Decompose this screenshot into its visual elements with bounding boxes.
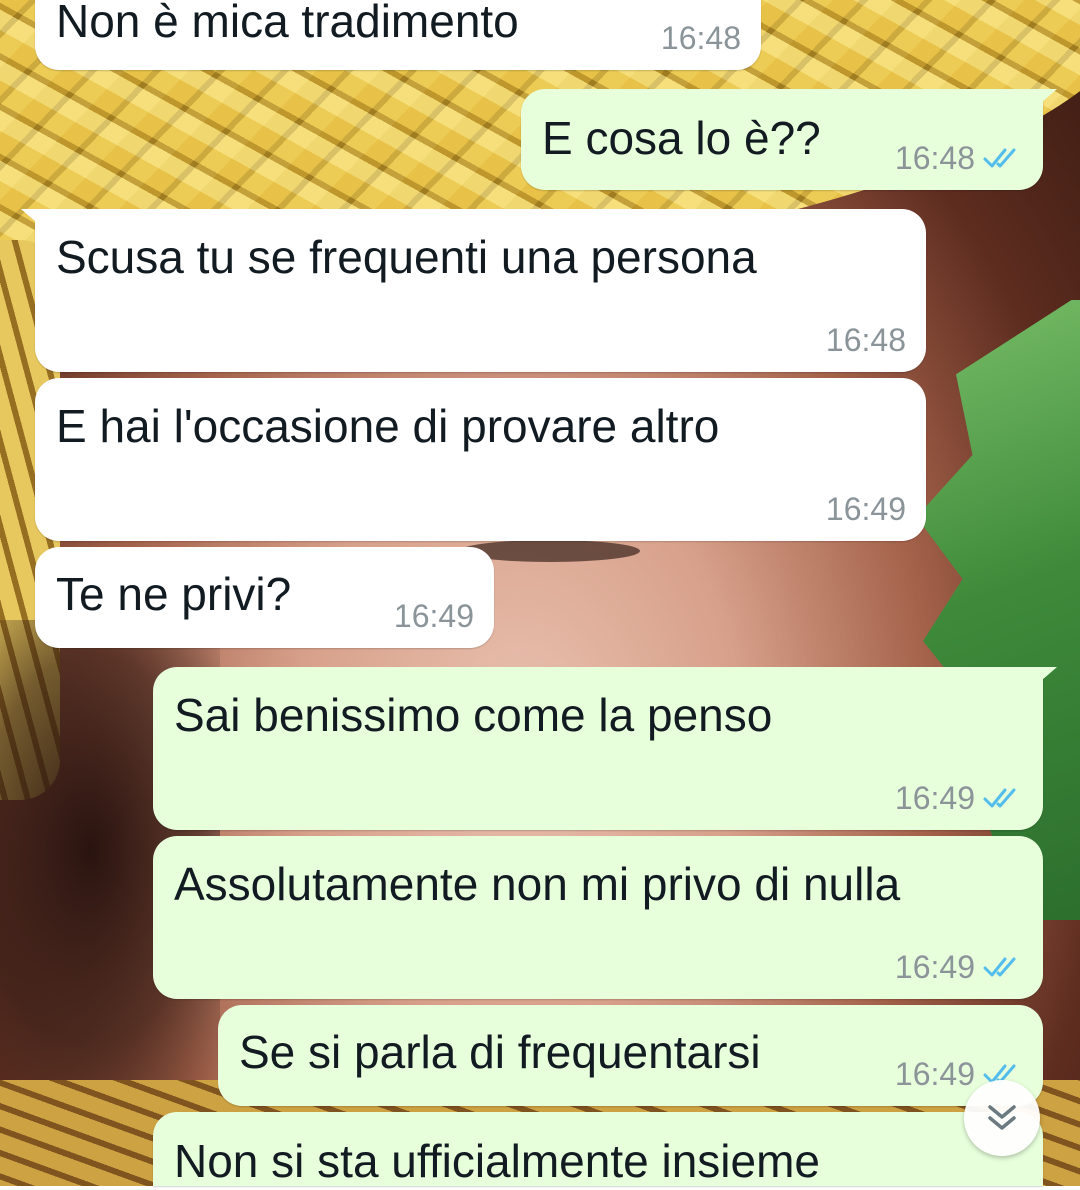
message-time: 16:49: [894, 1056, 975, 1092]
message-time: 16:48: [894, 140, 975, 176]
message-text: Assolutamente non mi privo di nulla: [174, 858, 901, 910]
message-meta: 16:49: [895, 780, 1023, 816]
message-bubble-outgoing[interactable]: Non si sta ufficialmente insieme: [153, 1112, 1043, 1187]
message-meta: 16:49: [826, 491, 906, 527]
message-bubble-incoming[interactable]: E hai l'occasione di provare altro 16:49: [35, 378, 926, 541]
message-bubble-outgoing[interactable]: Assolutamente non mi privo di nulla 16:4…: [153, 836, 1043, 999]
message-text: Te ne privi?: [56, 568, 292, 620]
message-time: 16:49: [894, 949, 975, 985]
message-time: 16:49: [825, 491, 906, 527]
message-text: E cosa lo è??: [542, 112, 821, 164]
bubble-tail: [21, 209, 51, 235]
message-meta: 16:48: [826, 322, 906, 358]
message-bubble-outgoing[interactable]: Se si parla di frequentarsi 16:49: [218, 1005, 1043, 1106]
read-receipt-icon: [983, 788, 1016, 808]
message-time: 16:48: [825, 322, 906, 358]
message-time: 16:49: [393, 598, 474, 634]
message-text: Scusa tu se frequenti una persona: [56, 231, 757, 283]
chat-message-list[interactable]: Non è mica tradimento 16:48 E cosa lo è?…: [0, 0, 1080, 1187]
read-receipt-icon: [983, 957, 1016, 977]
message-text: Non è mica tradimento: [56, 0, 519, 47]
message-text: E hai l'occasione di provare altro: [56, 400, 720, 452]
message-time: 16:49: [894, 780, 975, 816]
message-bubble-outgoing[interactable]: Sai benissimo come la penso 16:49: [153, 667, 1057, 830]
message-text: Non si sta ufficialmente insieme: [174, 1135, 820, 1187]
message-time: 16:48: [660, 20, 741, 56]
message-text: Se si parla di frequentarsi: [239, 1026, 761, 1078]
scroll-to-bottom-button[interactable]: [964, 1080, 1040, 1156]
bubble-tail: [1027, 89, 1057, 115]
read-receipt-icon: [983, 148, 1016, 168]
message-meta: 16:48: [895, 140, 1023, 176]
message-meta: 16:49: [394, 598, 474, 634]
message-bubble-outgoing[interactable]: E cosa lo è?? 16:48: [521, 89, 1057, 190]
message-bubble-incoming[interactable]: Te ne privi? 16:49: [35, 547, 494, 648]
double-chevron-down-icon: [988, 1105, 1016, 1130]
message-meta: 16:49: [895, 949, 1023, 985]
message-bubble-incoming[interactable]: Scusa tu se frequenti una persona 16:48: [21, 209, 926, 372]
message-bubble-incoming[interactable]: Non è mica tradimento 16:48: [35, 0, 761, 70]
bubble-tail: [1027, 667, 1057, 693]
message-text: Sai benissimo come la penso: [174, 689, 773, 741]
message-meta: 16:48: [661, 20, 741, 56]
